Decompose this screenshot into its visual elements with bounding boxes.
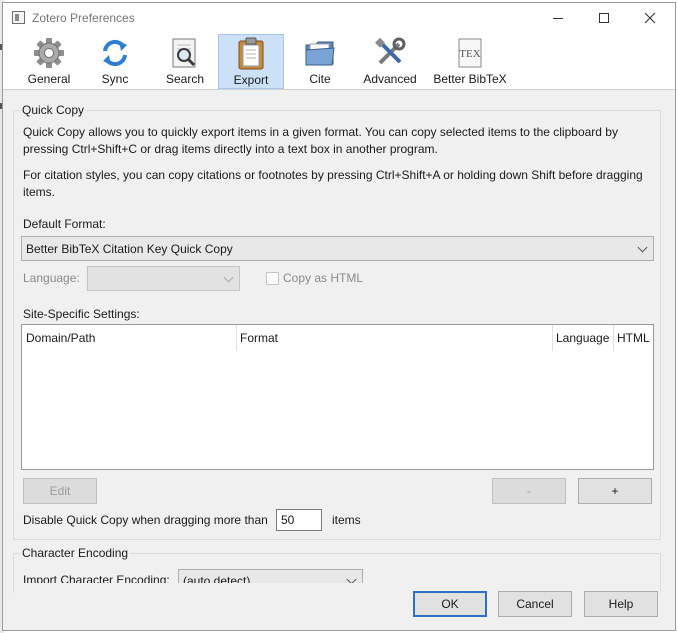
edit-button[interactable]: Edit [23,478,97,504]
help-button[interactable]: Help [584,591,658,617]
default-format-select[interactable]: Better BibTeX Citation Key Quick Copy [21,236,654,261]
chevron-down-icon [346,574,357,583]
column-header-html[interactable]: HTML [613,325,653,351]
sync-icon [103,39,127,67]
quick-copy-legend: Quick Copy [20,103,87,117]
items-label: items [332,513,361,527]
import-encoding-label: Import Character Encoding: [23,573,170,583]
copy-as-html-label: Copy as HTML [283,271,364,285]
tab-advanced-label: Advanced [363,72,417,86]
tab-better-bibtex[interactable]: TEX Better BibTeX [433,34,507,89]
quick-copy-description-line: Quick Copy allows you to quickly export … [23,125,618,139]
default-format-value: Better BibTeX Citation Key Quick Copy [26,241,233,256]
preferences-toolbar: General Sync Search Export Cite Advanced… [3,33,675,90]
column-header-language[interactable]: Language [552,325,613,351]
tab-advanced[interactable]: Advanced [359,34,421,89]
svg-text:TEX: TEX [459,48,480,60]
maximize-button[interactable] [581,3,627,33]
site-specific-label: Site-Specific Settings: [23,307,140,321]
citation-description-line: For citation styles, you can copy citati… [23,168,643,182]
close-button[interactable] [627,3,673,33]
minimize-icon [553,17,563,19]
default-format-label: Default Format: [23,217,106,231]
window-title: Zotero Preferences [32,11,135,25]
remove-site-button[interactable]: - [492,478,566,504]
app-icon [12,11,25,24]
maximize-icon [599,13,609,23]
tab-export[interactable]: Export [218,34,284,89]
column-header-format[interactable]: Format [236,325,552,351]
export-pane: Quick Copy Quick Copy allows you to quic… [3,91,675,632]
search-document-icon [172,38,196,68]
add-site-button[interactable]: + [578,478,652,504]
minimize-button[interactable] [535,3,581,33]
citation-description-line: items. [23,185,56,199]
title-bar: Zotero Preferences [3,3,675,33]
quick-copy-description-line: pressing Ctrl+Shift+C or drag items dire… [23,142,438,156]
preferences-window: Zotero Preferences General Sync Search E… [2,2,676,631]
ok-button[interactable]: OK [413,591,487,617]
tab-cite-label: Cite [309,72,331,86]
folder-icon [305,41,335,66]
chevron-down-icon [637,242,648,252]
cancel-button[interactable]: Cancel [498,591,572,617]
character-encoding-legend: Character Encoding [20,546,131,560]
tab-general[interactable]: General [19,34,79,89]
import-encoding-select[interactable]: (auto detect) [178,569,363,583]
column-header-domain-path[interactable]: Domain/Path [22,325,236,351]
close-icon [644,12,656,24]
tab-cite[interactable]: Cite [299,34,341,89]
tab-better-bibtex-label: Better BibTeX [433,72,507,86]
tab-general-label: General [27,72,71,86]
import-encoding-value: (auto detect) [183,574,251,583]
tools-icon [375,37,406,65]
language-label: Language: [23,271,80,285]
language-select[interactable] [87,266,240,291]
tab-search[interactable]: Search [157,34,213,89]
chevron-down-icon [223,272,234,282]
character-encoding-clip: Import Character Encoding: (auto detect) [13,569,661,583]
gear-icon [34,38,64,68]
copy-as-html-checkbox[interactable] [266,272,279,285]
tab-export-label: Export [233,73,269,87]
tex-icon: TEX [458,38,482,68]
drag-limit-input[interactable]: 50 [276,509,322,531]
site-specific-table[interactable]: Domain/Path Format Language HTML [21,324,654,470]
disable-quick-copy-label: Disable Quick Copy when dragging more th… [23,513,268,527]
tab-search-label: Search [165,72,205,86]
tab-sync[interactable]: Sync [89,34,141,89]
tab-sync-label: Sync [101,72,129,86]
clipboard-icon [238,37,264,70]
